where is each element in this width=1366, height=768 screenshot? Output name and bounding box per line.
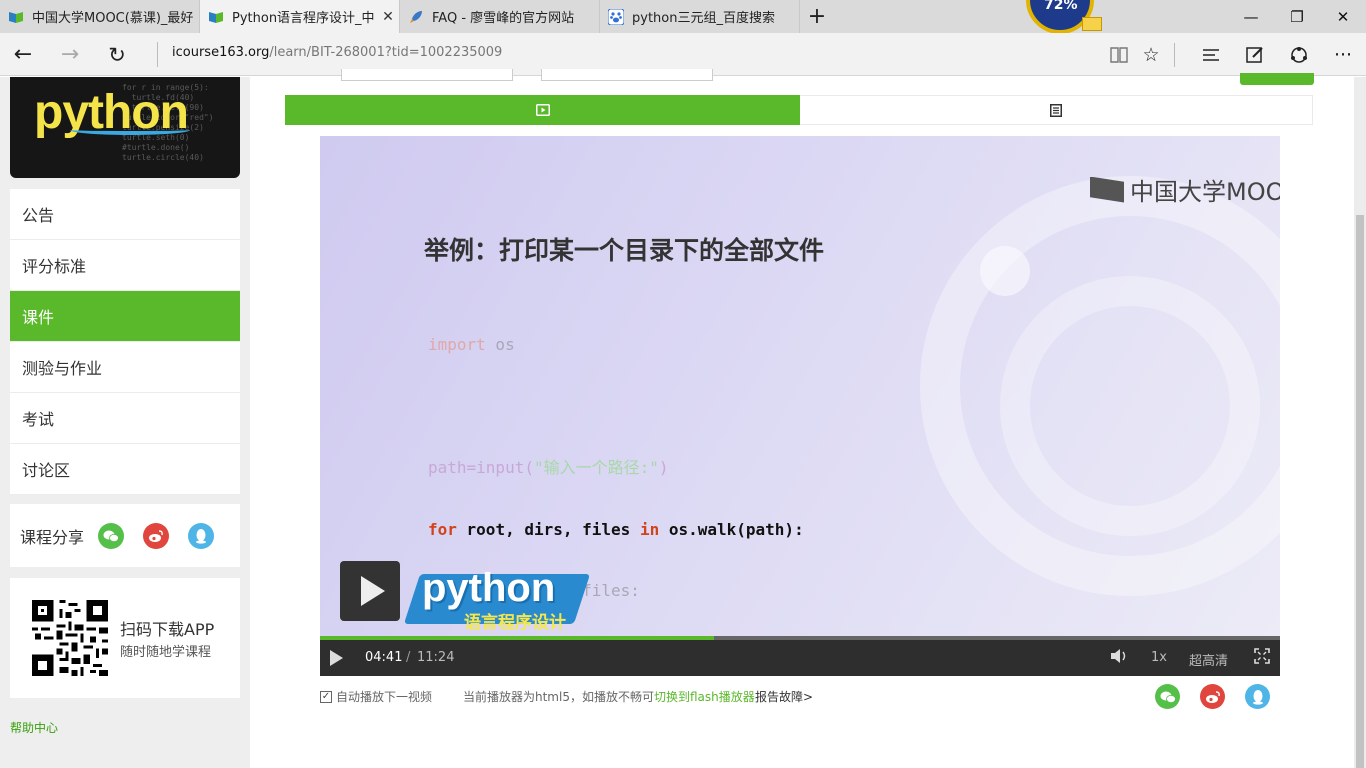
scrollbar-thumb[interactable] — [1356, 215, 1364, 768]
mooc-brand-text: 中国大学MOOC — [1130, 178, 1280, 206]
autoplay-label: 自动播放下一视频 — [336, 690, 433, 704]
qq-icon[interactable] — [1245, 684, 1270, 709]
current-time: 04:41 — [365, 650, 403, 665]
restore-window-icon[interactable]: ❐ — [1274, 0, 1320, 33]
menu-item-discussion[interactable]: 讨论区 — [10, 444, 240, 495]
url-path: /learn/BIT-268001?tid=1002235009 — [269, 45, 503, 60]
menu-item-announcements[interactable]: 公告 — [10, 189, 240, 240]
chapter-select[interactable] — [341, 69, 513, 81]
video-player[interactable]: 中国大学MOOC 举例：打印某一个目录下的全部文件 import os path… — [320, 136, 1280, 676]
menu-item-label: 讨论区 — [22, 461, 71, 480]
help-center-link[interactable]: 帮助中心 — [10, 719, 58, 736]
fullscreen-icon[interactable] — [1254, 648, 1270, 668]
course-badge-image: python 语言程序设计 — [403, 566, 592, 633]
tab-title: Python语言程序设计_中 — [232, 11, 375, 26]
switch-flash-link[interactable]: 切换到flash播放器 — [654, 690, 755, 704]
browser-tab-python-course[interactable]: Python语言程序设计_中 ✕ — [200, 0, 400, 33]
course-menu: 公告 评分标准 课件 测验与作业 考试 讨论区 — [10, 189, 240, 495]
tab-title: python三元组_百度搜索 — [632, 11, 775, 26]
player-notice: 当前播放器为html5，如播放不畅可切换到flash播放器 — [463, 688, 755, 705]
wechat-icon[interactable] — [98, 522, 125, 549]
menu-item-label: 考试 — [22, 410, 55, 429]
browser-tab-baidu[interactable]: python三元组_百度搜索 — [600, 0, 800, 33]
forward-arrow-icon[interactable]: → — [47, 33, 93, 76]
video-play-icon — [535, 104, 550, 116]
qr-code-image[interactable] — [32, 600, 108, 676]
mooc-book-icon — [208, 9, 224, 25]
menu-item-label: 评分标准 — [22, 257, 87, 276]
python-watermark-decoration — [980, 246, 1030, 296]
menu-item-label: 测验与作业 — [22, 359, 103, 378]
divider — [1174, 43, 1175, 67]
weibo-icon[interactable] — [143, 522, 170, 549]
report-issue-link[interactable]: 报告故障> — [755, 688, 813, 705]
quality-select[interactable]: 超高清 — [1189, 650, 1228, 669]
menu-item-quizzes[interactable]: 测验与作业 — [10, 342, 240, 393]
action-button[interactable] — [1240, 73, 1314, 85]
video-frame: 中国大学MOOC 举例：打印某一个目录下的全部文件 import os path… — [320, 136, 1280, 636]
page-scrollbar[interactable] — [1354, 77, 1366, 768]
url-host: icourse163.org — [172, 45, 270, 60]
app-download-box: 扫码下载APP 随时随地学课程 — [10, 578, 240, 698]
share-label: 课程分享 — [20, 527, 85, 547]
close-tab-icon[interactable]: ✕ — [377, 9, 399, 25]
performance-meter-value: 72% — [1044, 0, 1078, 13]
tab-video[interactable] — [285, 95, 800, 125]
close-window-icon[interactable]: ✕ — [1320, 0, 1366, 33]
more-options-icon[interactable]: ··· — [1321, 33, 1365, 76]
autoplay-checkbox[interactable]: ✓ — [320, 691, 332, 703]
weibo-icon[interactable] — [1200, 684, 1225, 709]
qq-icon[interactable] — [188, 522, 215, 549]
total-time: 11:24 — [417, 650, 455, 665]
menu-item-label: 课件 — [22, 308, 55, 327]
mail-icon — [1082, 17, 1102, 31]
tab-title: FAQ - 廖雪峰的官方网站 — [432, 11, 575, 26]
browser-tab-bar: 中国大学MOOC(慕课)_最好 Python语言程序设计_中 ✕ FAQ - 廖… — [0, 0, 1366, 33]
browser-tab-mooc-home[interactable]: 中国大学MOOC(慕课)_最好 — [0, 0, 200, 33]
divider — [157, 42, 158, 67]
player-control-bar: 04:41 / 11:24 1x 超高清 — [320, 640, 1280, 676]
menu-item-grading[interactable]: 评分标准 — [10, 240, 240, 291]
menu-item-exams[interactable]: 考试 — [10, 393, 240, 444]
slide-title: 举例：打印某一个目录下的全部文件 — [424, 236, 825, 265]
new-tab-button[interactable]: + — [802, 0, 832, 33]
share-icon[interactable] — [1277, 33, 1321, 76]
minimize-icon[interactable]: — — [1228, 0, 1274, 33]
document-icon — [1050, 103, 1062, 117]
python-watermark-decoration — [1000, 276, 1260, 536]
page-content: for r in range(5): turtle.fd(40) turtle.… — [0, 69, 1366, 768]
hub-icon[interactable] — [1189, 33, 1233, 76]
web-note-icon[interactable] — [1233, 33, 1277, 76]
rocket-icon — [408, 9, 424, 25]
url-field[interactable]: icourse163.org/learn/BIT-268001?tid=1002… — [172, 45, 502, 60]
play-icon — [361, 576, 385, 606]
wechat-icon[interactable] — [1155, 684, 1180, 709]
course-cover-image[interactable]: for r in range(5): turtle.fd(40) turtle.… — [10, 77, 240, 178]
mooc-logo-icon — [1090, 176, 1124, 203]
menu-item-label: 公告 — [22, 206, 55, 225]
playback-speed[interactable]: 1x — [1151, 650, 1167, 665]
baidu-paw-icon — [608, 8, 624, 25]
app-download-subtitle: 随时随地学课程 — [120, 645, 212, 660]
volume-icon[interactable] — [1110, 648, 1128, 668]
badge-logo-text: python — [422, 566, 556, 610]
big-play-button[interactable] — [340, 561, 400, 621]
app-download-title: 扫码下载APP — [120, 620, 215, 639]
time-separator: / — [406, 650, 411, 665]
back-arrow-icon[interactable]: ← — [0, 33, 46, 76]
browser-tab-faq[interactable]: FAQ - 廖雪峰的官方网站 — [400, 0, 600, 33]
tab-title: 中国大学MOOC(慕课)_最好 — [32, 11, 194, 26]
tab-document[interactable] — [800, 95, 1313, 125]
refresh-icon[interactable]: ↻ — [94, 33, 140, 76]
play-icon[interactable] — [330, 650, 343, 666]
course-share-box: 课程分享 — [10, 504, 240, 567]
favorite-star-icon[interactable]: ☆ — [1129, 33, 1173, 76]
lesson-select[interactable] — [541, 69, 713, 81]
mooc-brand-logo: 中国大学MOOC — [1090, 172, 1280, 207]
menu-item-courseware[interactable]: 课件 — [10, 291, 240, 342]
badge-course-name: 语言程序设计 — [464, 613, 566, 633]
logo-wave-decoration — [70, 125, 190, 135]
mooc-book-icon — [8, 9, 24, 25]
player-notice-text: 当前播放器为html5，如播放不畅可 — [463, 690, 654, 704]
